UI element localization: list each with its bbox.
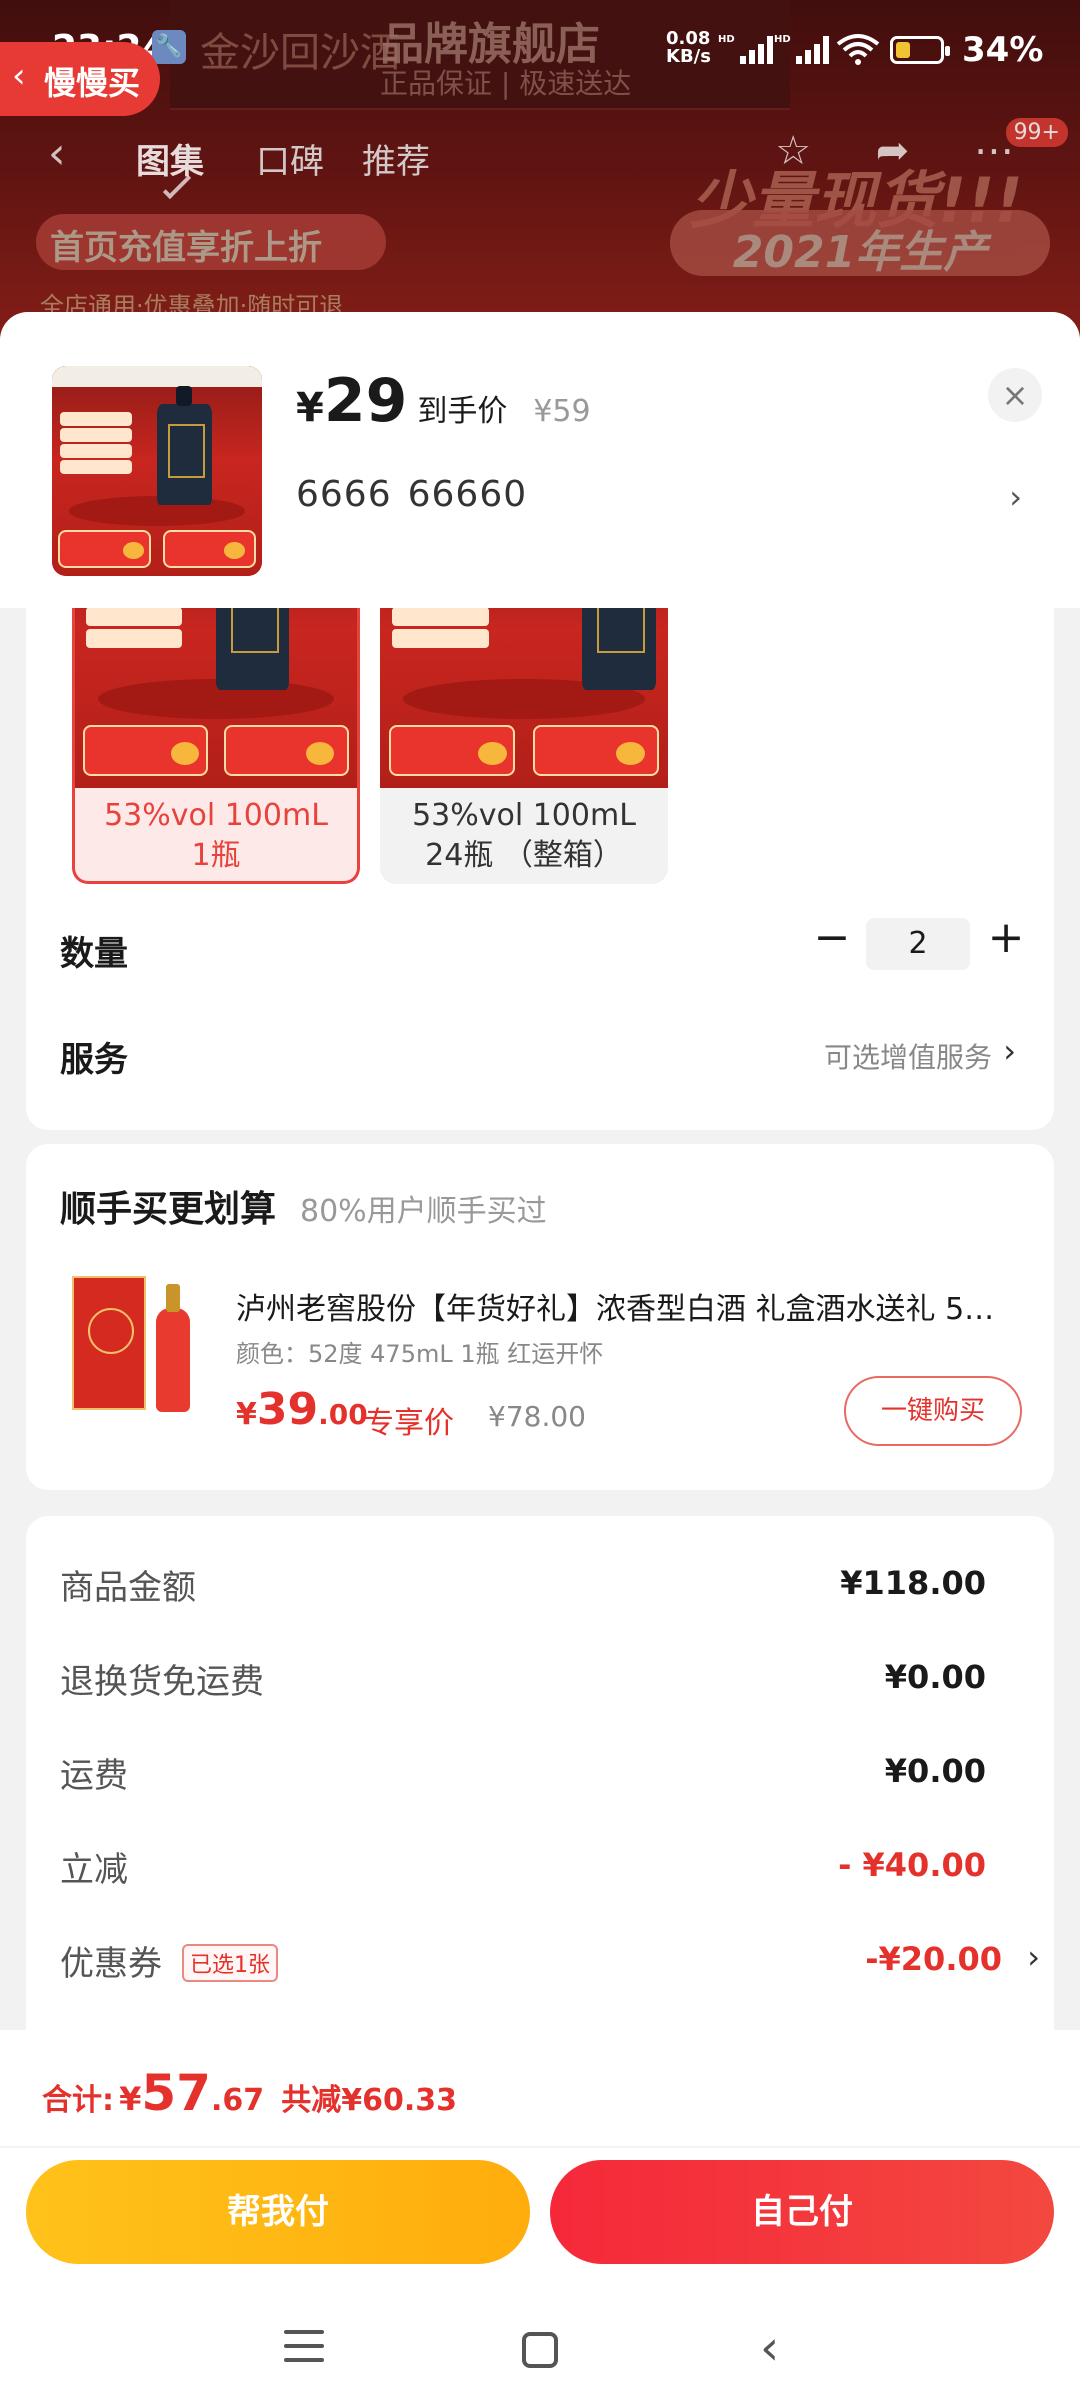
variant-image <box>380 608 668 788</box>
summary-row-discount: 立减 - ¥40.00 <box>60 1842 1040 1902</box>
addon-subtitle: 80%用户顺手买过 <box>300 1194 547 1229</box>
back-to-app-label: 慢慢买 <box>44 64 141 102</box>
divider <box>0 2146 1080 2148</box>
svg-text:HD: HD <box>718 34 735 45</box>
addon-price: ¥39.00 <box>236 1384 368 1435</box>
summary-row-return-shipping: 退换货免运费 ¥0.00 <box>60 1654 1040 1714</box>
addon-price-currency: ¥ <box>236 1397 257 1432</box>
price-value: 29 <box>323 366 408 436</box>
summary-row-shipping: 运费 ¥0.00 <box>60 1748 1040 1808</box>
summary-value: ¥0.00 <box>884 1658 986 1696</box>
wrench-icon: 🔧 <box>152 30 186 64</box>
one-click-buy-button[interactable]: 一键购买 <box>844 1376 1022 1446</box>
addon-card: 顺手买更划算 80%用户顺手买过 泸州老窖股份【年货好礼】浓香型白酒 礼盒酒水送… <box>26 1144 1054 1490</box>
tab-recommend: 推荐 <box>362 142 430 182</box>
product-thumbnail[interactable] <box>52 366 262 576</box>
summary-value: -¥20.00 <box>865 1940 1002 1978</box>
chevron-right-icon[interactable]: › <box>1027 1938 1040 1976</box>
background-back-icon: ‹ <box>48 128 66 179</box>
battery-percent: 34% <box>962 30 1044 70</box>
product-image <box>52 366 262 576</box>
pay-myself-button[interactable]: 自己付 <box>550 2160 1054 2264</box>
order-total: 合计: ¥57.67 共减¥60.33 <box>42 2064 457 2122</box>
total-currency: ¥ <box>119 2080 142 2118</box>
svg-text:HD: HD <box>774 34 791 45</box>
summary-label: 优惠券 <box>60 1944 162 1984</box>
home-icon[interactable] <box>522 2332 558 2368</box>
tab-gallery: 图集 <box>136 142 204 182</box>
total-label: 合计: <box>42 2083 114 2118</box>
addon-product-name[interactable]: 泸州老窖股份【年货好礼】浓香型白酒 礼盒酒水送礼 52度 <box>236 1284 996 1328</box>
chevron-right-icon[interactable]: › <box>1009 478 1022 516</box>
quantity-increase-button[interactable]: + <box>986 912 1026 963</box>
status-bar: 23:24 🔧 0.08 KB/s HD HD 34% <box>0 0 1080 100</box>
spec-selection-card: 53%vol 100mL 1瓶 53%vol 100mL 24瓶 （整箱） 数量… <box>26 608 1054 1130</box>
sku-header: ¥29 到手价 ¥59 × 6666 66660 › <box>0 312 1080 608</box>
summary-label: 运费 <box>60 1756 128 1796</box>
chevron-right-icon[interactable]: › <box>1003 1032 1016 1070</box>
system-navigation-bar: ‹ <box>0 2320 1080 2400</box>
service-label: 服务 <box>60 1040 128 1080</box>
selected-spec-part: 6666 <box>296 474 392 515</box>
quantity-label: 数量 <box>60 934 128 974</box>
coupon-selected-badge: 已选1张 <box>182 1944 278 1982</box>
summary-value: ¥118.00 <box>840 1564 986 1602</box>
cellular-signal-icon: HD <box>718 34 773 64</box>
network-speed-unit: KB/s <box>666 46 711 67</box>
summary-row-coupon[interactable]: 优惠券 已选1张 -¥20.00 › <box>60 1936 1040 1996</box>
cellular-signal-2-icon: HD <box>774 34 829 64</box>
price-currency: ¥ <box>296 385 324 431</box>
price-row: ¥29 到手价 ¥59 <box>296 366 591 436</box>
checkout-bar: 合计: ¥57.67 共减¥60.33 帮我付 自己付 ‹ <box>0 2030 1080 2400</box>
service-value[interactable]: 可选增值服务 <box>824 1036 992 1076</box>
variant-image <box>75 608 357 788</box>
battery-icon <box>890 36 950 64</box>
variant-label: 53%vol 100mL 24瓶 （整箱） <box>380 796 668 876</box>
close-button[interactable]: × <box>988 368 1042 422</box>
addon-price-int: 39 <box>256 1384 319 1435</box>
network-speed: 0.08 KB/s <box>666 30 711 66</box>
addon-price-dec: .00 <box>318 1398 368 1431</box>
variant-label-line: 53%vol 100mL <box>412 798 636 833</box>
selected-spec-row[interactable]: 6666 66660 <box>296 474 527 515</box>
background-action-icons: ☆ ➦ ⋯ <box>775 128 1040 174</box>
quantity-decrease-button[interactable]: − <box>812 912 852 963</box>
back-icon[interactable]: ‹ <box>760 2324 779 2372</box>
addon-title: 顺手买更划算 <box>60 1189 277 1230</box>
quantity-input[interactable]: 2 <box>866 918 970 970</box>
variant-label-line: 53%vol 100mL <box>104 798 328 833</box>
summary-label: 退换货免运费 <box>60 1662 264 1702</box>
total-saving: 共减¥60.33 <box>281 2083 457 2118</box>
battery-level-fill <box>896 42 911 58</box>
summary-value: - ¥40.00 <box>838 1846 986 1884</box>
tab-reviews: 口碑 <box>256 142 324 182</box>
selected-spec-part: 66660 <box>407 474 528 515</box>
summary-label: 商品金额 <box>60 1568 196 1608</box>
addon-product-image[interactable] <box>72 1268 196 1418</box>
chevron-left-icon: ‹ <box>12 56 26 96</box>
cart-count-badge: 99+ <box>1005 118 1068 147</box>
original-price: ¥59 <box>533 394 591 429</box>
variant-label-line: 24瓶 （整箱） <box>425 838 623 873</box>
help-me-pay-button[interactable]: 帮我付 <box>26 2160 530 2264</box>
sku-bottom-sheet: ¥29 到手价 ¥59 × 6666 66660 › 53%vol 100mL 1瓶 <box>0 312 1080 2152</box>
summary-label: 立减 <box>60 1850 128 1890</box>
variant-label: 53%vol 100mL 1瓶 <box>75 796 357 876</box>
variant-label-line: 1瓶 <box>191 838 241 873</box>
price-tag: 到手价 <box>417 394 508 429</box>
addon-price-tag: 专享价 <box>364 1406 454 1441</box>
menu-icon[interactable] <box>284 2330 324 2372</box>
summary-row-goods: 商品金额 ¥118.00 <box>60 1560 1040 1620</box>
back-to-app-button[interactable]: ‹ 慢慢买 <box>0 42 160 116</box>
summary-value: ¥0.00 <box>884 1752 986 1790</box>
background-nav: ‹ 图集 口碑 推荐 ☆ ➦ ⋯ <box>0 128 1080 200</box>
addon-product-spec: 颜色：52度 475mL 1瓶 红运开怀 <box>236 1340 604 1368</box>
total-dec: .67 <box>210 2083 265 2118</box>
variant-option-2[interactable]: 53%vol 100mL 24瓶 （整箱） <box>380 608 668 884</box>
addon-original-price: ¥78.00 <box>488 1400 586 1433</box>
total-int: 57 <box>141 2064 211 2122</box>
wifi-icon <box>836 34 880 65</box>
variant-option-1[interactable]: 53%vol 100mL 1瓶 <box>72 608 360 884</box>
